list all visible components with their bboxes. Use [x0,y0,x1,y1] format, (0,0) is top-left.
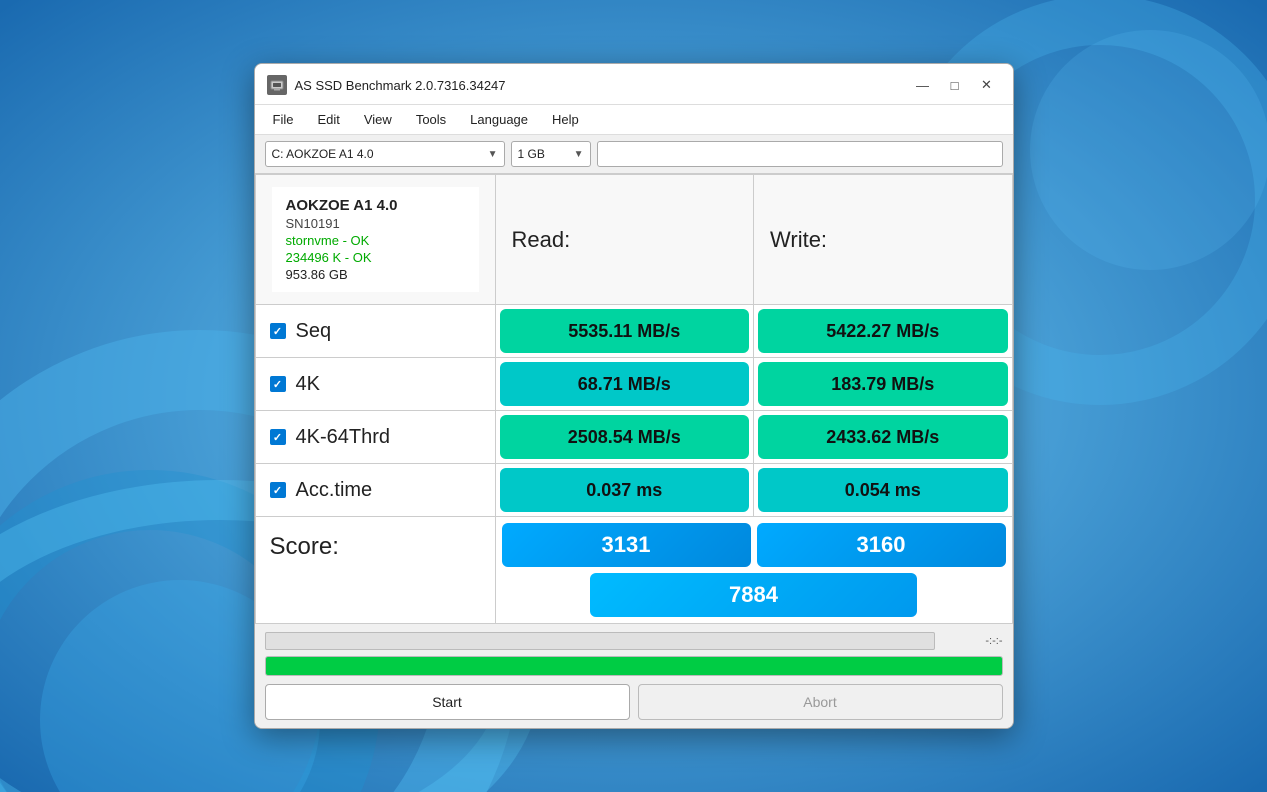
acctime-label: Acc.time [296,479,373,502]
score-total-row: 7884 [502,573,1006,617]
4k-write-cell: 183.79 MB/s [754,358,1013,411]
score-values-cell: 3131 3160 7884 [495,517,1012,624]
4k64-row: 4K-64Thrd 2508.54 MB/s 2433.62 MB/s [255,411,1012,464]
menu-tools[interactable]: Tools [406,109,456,130]
4k-row: 4K 68.71 MB/s 183.79 MB/s [255,358,1012,411]
4k64-write-cell: 2433.62 MB/s [754,411,1013,464]
4k-read-cell: 68.71 MB/s [495,358,754,411]
write-column-label: Write: [770,227,827,252]
score-label-inner: Score: [256,517,495,577]
progress-bar-container: -:-:- [265,632,1003,650]
4k64-label-inner: 4K-64Thrd [256,411,495,463]
menu-edit[interactable]: Edit [307,109,349,130]
toolbar: C: AOKZOE A1 4.0 ▼ 1 GB ▼ [255,135,1013,174]
score-write-value: 3160 [757,523,1006,567]
progress-time: -:-:- [943,635,1003,647]
title-bar-left: AS SSD Benchmark 2.0.7316.34247 [267,75,506,95]
seq-label-cell: Seq [255,305,495,358]
read-column-label: Read: [512,227,571,252]
window-title: AS SSD Benchmark 2.0.7316.34247 [295,78,506,93]
seq-write-cell: 5422.27 MB/s [754,305,1013,358]
buttons-row: Start Abort [265,684,1003,720]
close-button[interactable]: ✕ [973,74,1001,96]
drive-name: AOKZOE A1 4.0 [286,197,465,214]
menu-view[interactable]: View [354,109,402,130]
size-dropdown[interactable]: 1 GB ▼ [511,141,591,167]
4k64-label-cell: 4K-64Thrd [255,411,495,464]
drive-dropdown-label: C: AOKZOE A1 4.0 [272,147,374,161]
write-header-cell: Write: [754,175,1013,305]
bottom-area: -:-:- Start Abort [255,624,1013,728]
size-dropdown-label: 1 GB [518,147,545,161]
score-read-value: 3131 [502,523,751,567]
score-top-row: 3131 3160 [502,523,1006,567]
menu-bar: File Edit View Tools Language Help [255,105,1013,135]
read-header-cell: Read: [495,175,754,305]
menu-language[interactable]: Language [460,109,538,130]
seq-checkbox[interactable] [270,323,286,339]
seq-read-value: 5535.11 MB/s [500,309,750,353]
acctime-checkbox[interactable] [270,482,286,498]
small-progress-track [265,632,935,650]
drive-sectors: 234496 K - OK [286,250,465,265]
drive-driver: stornvme - OK [286,233,465,248]
size-dropdown-arrow: ▼ [574,149,584,160]
4k64-checkbox[interactable] [270,429,286,445]
title-bar: AS SSD Benchmark 2.0.7316.34247 — □ ✕ [255,64,1013,105]
main-progress-track [265,656,1003,676]
4k-label-inner: 4K [256,358,495,410]
toolbar-input[interactable] [597,141,1003,167]
drive-dropdown-arrow: ▼ [488,149,498,160]
acctime-label-inner: Acc.time [256,464,495,516]
info-header-cell: AOKZOE A1 4.0 SN10191 stornvme - OK 2344… [255,175,495,305]
score-total-value: 7884 [590,573,918,617]
acctime-label-cell: Acc.time [255,464,495,517]
4k-checkbox[interactable] [270,376,286,392]
acctime-read-value: 0.037 ms [500,468,750,512]
4k-label-cell: 4K [255,358,495,411]
4k64-write-value: 2433.62 MB/s [758,415,1008,459]
maximize-button[interactable]: □ [941,74,969,96]
4k64-label: 4K-64Thrd [296,426,391,449]
abort-button[interactable]: Abort [638,684,1003,720]
drive-dropdown[interactable]: C: AOKZOE A1 4.0 ▼ [265,141,505,167]
4k-read-value: 68.71 MB/s [500,362,750,406]
start-button[interactable]: Start [265,684,630,720]
seq-label-inner: Seq [256,305,495,357]
score-label-cell: Score: [255,517,495,624]
drive-capacity: 953.86 GB [286,267,465,282]
main-progress-fill [266,657,1002,675]
app-icon [267,75,287,95]
acctime-write-value: 0.054 ms [758,468,1008,512]
seq-label: Seq [296,320,332,343]
4k-write-value: 183.79 MB/s [758,362,1008,406]
seq-read-cell: 5535.11 MB/s [495,305,754,358]
title-bar-controls: — □ ✕ [909,74,1001,96]
seq-write-value: 5422.27 MB/s [758,309,1008,353]
acctime-write-cell: 0.054 ms [754,464,1013,517]
acctime-row: Acc.time 0.037 ms 0.054 ms [255,464,1012,517]
drive-info: AOKZOE A1 4.0 SN10191 stornvme - OK 2344… [272,187,479,292]
menu-help[interactable]: Help [542,109,589,130]
main-window: AS SSD Benchmark 2.0.7316.34247 — □ ✕ Fi… [254,63,1014,729]
4k-label: 4K [296,373,320,396]
minimize-button[interactable]: — [909,74,937,96]
acctime-read-cell: 0.037 ms [495,464,754,517]
drive-serial: SN10191 [286,216,465,231]
score-values-inner: 3131 3160 7884 [496,517,1012,623]
menu-file[interactable]: File [263,109,304,130]
seq-row: Seq 5535.11 MB/s 5422.27 MB/s [255,305,1012,358]
4k64-read-value: 2508.54 MB/s [500,415,750,459]
results-table: AOKZOE A1 4.0 SN10191 stornvme - OK 2344… [255,174,1013,624]
score-label: Score: [270,533,339,560]
header-row: AOKZOE A1 4.0 SN10191 stornvme - OK 2344… [255,175,1012,305]
score-row: Score: 3131 3160 7884 [255,517,1012,624]
4k64-read-cell: 2508.54 MB/s [495,411,754,464]
